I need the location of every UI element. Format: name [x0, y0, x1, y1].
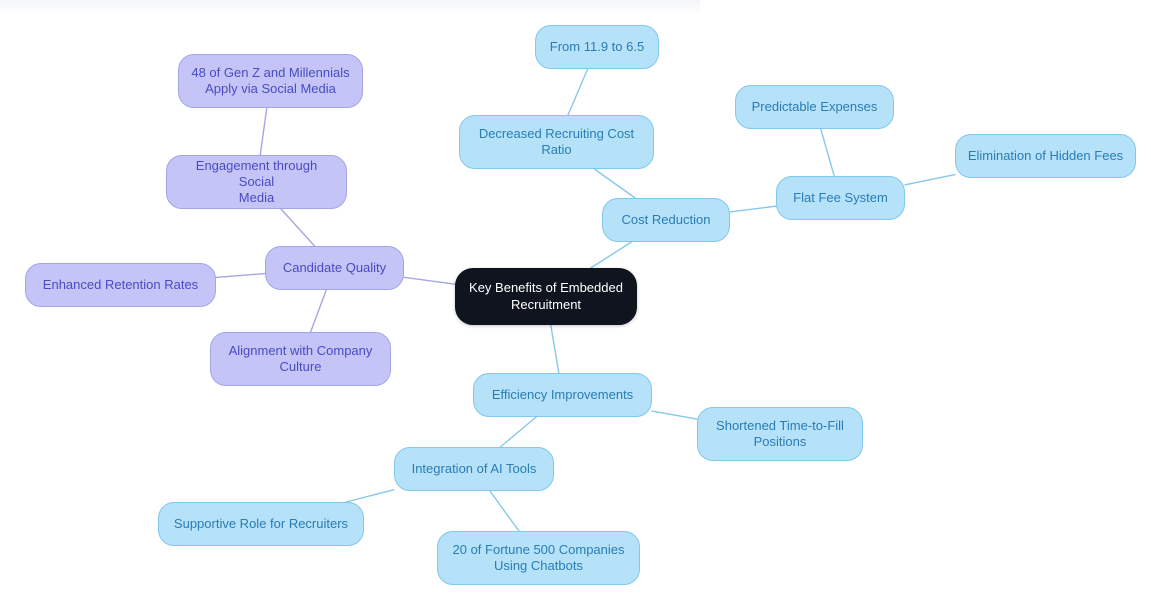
connector-quality-to-alignment — [309, 289, 327, 333]
connector-engagement-to-genz — [259, 107, 268, 156]
connector-ratio-to-from — [567, 68, 589, 116]
mindmap-node-cost[interactable]: Cost Reduction — [602, 198, 730, 242]
mindmap-node-chatbots[interactable]: 20 of Fortune 500 Companies Using Chatbo… — [437, 531, 640, 585]
mindmap-node-aitools[interactable]: Integration of AI Tools — [394, 447, 554, 491]
mindmap-node-from[interactable]: From 11.9 to 6.5 — [535, 25, 659, 69]
mindmap-node-hiddenfees[interactable]: Elimination of Hidden Fees — [955, 134, 1136, 178]
connector-cost-to-ratio — [593, 168, 636, 199]
mindmap-node-retention[interactable]: Enhanced Retention Rates — [25, 263, 216, 307]
connector-quality-to-engagement — [280, 208, 316, 247]
connector-flatfee-to-predictable — [820, 128, 835, 177]
mindmap-node-predictable[interactable]: Predictable Expenses — [735, 85, 894, 129]
connector-efficiency-to-aitools — [499, 416, 537, 448]
connector-root-to-efficiency — [550, 324, 560, 374]
connector-efficiency-to-timetofill — [651, 410, 698, 420]
mindmap-node-timetofill[interactable]: Shortened Time-to-Fill Positions — [697, 407, 863, 461]
connector-root-to-cost — [590, 241, 633, 269]
mindmap-canvas: Key Benefits of Embedded Recruitment Cost… — [0, 0, 1151, 595]
mindmap-node-efficiency[interactable]: Efficiency Improvements — [473, 373, 652, 417]
mindmap-node-supportive[interactable]: Supportive Role for Recruiters — [158, 502, 364, 546]
mindmap-node-ratio[interactable]: Decreased Recruiting Cost Ratio — [459, 115, 654, 169]
mindmap-node-engagement[interactable]: Engagement through Social Media — [166, 155, 347, 209]
connector-aitools-to-supportive — [345, 488, 395, 503]
mindmap-root-node[interactable]: Key Benefits of Embedded Recruitment — [455, 268, 637, 325]
mindmap-node-genz[interactable]: 48 of Gen Z and Millennials Apply via So… — [178, 54, 363, 108]
mindmap-node-flatfee[interactable]: Flat Fee System — [776, 176, 905, 220]
connector-root-to-quality — [403, 276, 456, 285]
connector-aitools-to-chatbots — [489, 490, 520, 532]
mindmap-node-alignment[interactable]: Alignment with Company Culture — [210, 332, 391, 386]
mindmap-node-quality[interactable]: Candidate Quality — [265, 246, 404, 290]
connector-cost-to-flatfee — [729, 205, 777, 213]
connector-quality-to-retention — [215, 272, 266, 279]
connector-flatfee-to-hiddenfees — [904, 173, 956, 186]
